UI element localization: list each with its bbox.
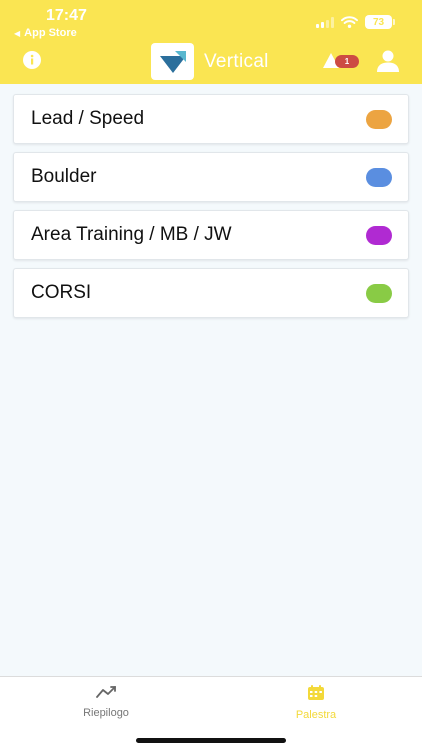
tab-palestra[interactable]: Palestra — [261, 685, 371, 721]
info-icon — [23, 51, 41, 69]
category-item-corsi[interactable]: CORSI — [13, 268, 409, 318]
category-color-dot — [366, 109, 392, 129]
status-time: 17:47 — [46, 7, 87, 24]
category-item-boulder[interactable]: Boulder — [13, 152, 409, 202]
back-app-label: App Store — [24, 27, 77, 39]
wifi-icon — [341, 16, 358, 28]
tab-riepilogo[interactable]: Riepilogo — [51, 685, 161, 719]
user-icon — [377, 50, 399, 72]
notification-badge: 1 — [335, 55, 359, 68]
app-title: Vertical — [204, 51, 269, 72]
category-label: Lead / Speed — [31, 108, 145, 129]
category-label: Boulder — [31, 166, 97, 187]
category-label: CORSI — [31, 282, 92, 303]
category-color-dot — [366, 225, 392, 245]
app-header: 17:47 ◀ App Store 73 Vertical 1 — [0, 0, 422, 84]
category-label: Area Training / MB / JW — [31, 224, 232, 245]
profile-button[interactable] — [376, 49, 400, 73]
category-list: Lead / Speed Boulder Area Training / MB … — [13, 94, 409, 326]
home-indicator — [136, 738, 286, 743]
tab-label: Riepilogo — [83, 707, 129, 719]
cellular-signal-icon — [316, 16, 334, 28]
battery-indicator: 73 — [365, 15, 395, 29]
trend-line-icon — [96, 686, 116, 698]
back-arrow-icon: ◀ — [14, 28, 21, 38]
category-item-lead-speed[interactable]: Lead / Speed — [13, 94, 409, 144]
notifications-button[interactable]: 1 — [322, 50, 362, 72]
status-icons: 73 — [316, 15, 395, 29]
tab-label: Palestra — [295, 709, 337, 721]
category-item-area-training[interactable]: Area Training / MB / JW — [13, 210, 409, 260]
vertical-logo-icon — [159, 50, 186, 73]
category-color-dot — [366, 283, 392, 303]
back-to-app-link[interactable]: ◀ App Store — [14, 27, 77, 39]
info-button[interactable] — [22, 50, 42, 70]
calendar-icon — [308, 685, 324, 700]
app-logo — [151, 43, 194, 80]
category-color-dot — [366, 167, 392, 187]
